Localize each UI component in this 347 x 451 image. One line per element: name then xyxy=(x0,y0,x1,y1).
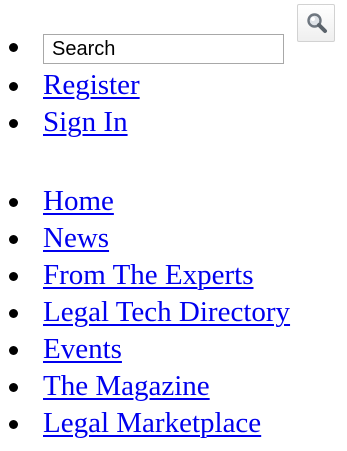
nav-item-legal-marketplace: Legal Marketplace xyxy=(0,405,347,442)
bullet xyxy=(9,197,18,207)
nav-item-the-magazine: The Magazine xyxy=(0,368,347,405)
magnifier-icon xyxy=(307,13,327,33)
nav-item-legal-tech-directory: Legal Tech Directory xyxy=(0,294,347,331)
nav-link-legal-marketplace[interactable]: Legal Marketplace xyxy=(43,409,261,438)
nav-link-home[interactable]: Home xyxy=(43,187,114,216)
bullet xyxy=(9,308,18,318)
nav-link-from-the-experts[interactable]: From The Experts xyxy=(43,261,254,290)
bullet xyxy=(9,43,18,52)
nav-item-news: News xyxy=(0,220,347,257)
user-menu: Register Sign In xyxy=(0,4,347,141)
bullet xyxy=(9,234,18,244)
nav-link-events[interactable]: Events xyxy=(43,335,122,364)
bullet xyxy=(9,345,18,355)
search-button[interactable] xyxy=(297,4,335,42)
bullet xyxy=(9,419,18,429)
search-item xyxy=(0,4,347,67)
bullet xyxy=(9,382,18,392)
nav-link-legal-tech-directory[interactable]: Legal Tech Directory xyxy=(43,298,290,327)
nav-link-news[interactable]: News xyxy=(43,224,109,253)
nav-item-home: Home xyxy=(0,183,347,220)
sign-in-link[interactable]: Sign In xyxy=(43,108,128,137)
nav-item-from-the-experts: From The Experts xyxy=(0,257,347,294)
bullet xyxy=(9,81,18,91)
list-item: Register xyxy=(0,67,347,104)
register-link[interactable]: Register xyxy=(43,71,140,100)
bullet xyxy=(9,271,18,281)
nav-item-events: Events xyxy=(0,331,347,368)
bullet xyxy=(9,118,18,128)
main-nav: Home News From The Experts Legal Tech Di… xyxy=(0,183,347,442)
nav-link-the-magazine[interactable]: The Magazine xyxy=(43,372,210,401)
search-input[interactable] xyxy=(43,34,284,64)
list-item: Sign In xyxy=(0,104,347,141)
